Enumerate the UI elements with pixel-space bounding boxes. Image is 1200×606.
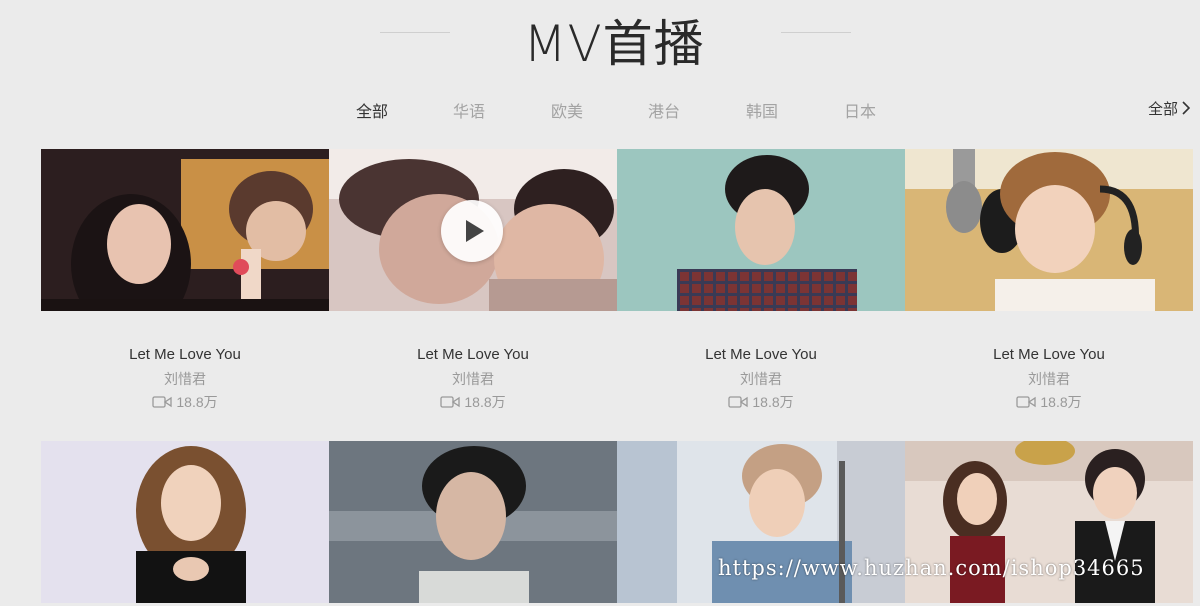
mv-artist[interactable]: 刘惜君 [329,369,617,389]
view-all-link[interactable]: 全部 [1148,98,1191,119]
view-all-label: 全部 [1148,101,1179,118]
mv-card[interactable]: Let Me Love You 刘惜君 18.8万 [905,149,1193,412]
mv-artist[interactable]: 刘惜君 [41,369,329,389]
mv-info: Let Me Love You 刘惜君 18.8万 [617,346,905,412]
mv-title[interactable]: Let Me Love You [41,346,329,366]
video-camera-icon [728,396,749,408]
mv-premiere-page: MV首播 全部 华语 欧美 港台 韩国 日本 全部 Let Me Love Yo… [0,0,1200,606]
mv-info: Let Me Love You 刘惜君 18.8万 [329,346,617,412]
tab-western[interactable]: 欧美 [517,98,617,122]
mv-artist[interactable]: 刘惜君 [617,369,905,389]
mv-title[interactable]: Let Me Love You [329,346,617,366]
mv-thumbnail[interactable] [41,149,329,311]
mv-thumbnail[interactable] [329,149,617,311]
mv-play-count: 18.8万 [617,392,905,412]
play-count-value: 18.8万 [464,394,506,410]
mv-play-count: 18.8万 [329,392,617,412]
mv-card[interactable] [41,441,329,603]
play-count-value: 18.8万 [1040,394,1082,410]
section-title: MV首播 [523,15,705,73]
mv-card[interactable] [329,441,617,603]
video-camera-icon [152,396,173,408]
mv-play-count: 18.8万 [905,392,1193,412]
mv-thumbnail[interactable] [617,149,905,311]
title-divider-right [781,32,851,33]
mv-thumbnail[interactable] [41,441,329,603]
play-button[interactable] [441,200,503,262]
video-camera-icon [440,396,461,408]
tab-hk-tw[interactable]: 港台 [614,98,714,122]
tab-all[interactable]: 全部 [322,98,422,122]
video-camera-icon [1016,396,1037,408]
tab-korean[interactable]: 韩国 [712,98,812,122]
mv-title[interactable]: Let Me Love You [905,346,1193,366]
mv-thumbnail[interactable] [329,441,617,603]
mv-card[interactable]: Let Me Love You 刘惜君 18.8万 [329,149,617,412]
mv-info: Let Me Love You 刘惜君 18.8万 [41,346,329,412]
mv-info: Let Me Love You 刘惜君 18.8万 [905,346,1193,412]
mv-artist[interactable]: 刘惜君 [905,369,1193,389]
mv-thumbnail[interactable] [905,149,1193,311]
watermark-text: https://www.huzhan.com/ishop34665 [718,556,1145,580]
section-header: MV首播 [0,0,1200,73]
play-count-value: 18.8万 [176,394,218,410]
mv-card[interactable]: Let Me Love You 刘惜君 18.8万 [41,149,329,412]
mv-card[interactable]: Let Me Love You 刘惜君 18.8万 [617,149,905,412]
chevron-right-icon [1182,101,1191,115]
tab-japanese[interactable]: 日本 [810,98,910,122]
mv-title[interactable]: Let Me Love You [617,346,905,366]
mv-play-count: 18.8万 [41,392,329,412]
tab-chinese[interactable]: 华语 [419,98,519,122]
play-count-value: 18.8万 [752,394,794,410]
